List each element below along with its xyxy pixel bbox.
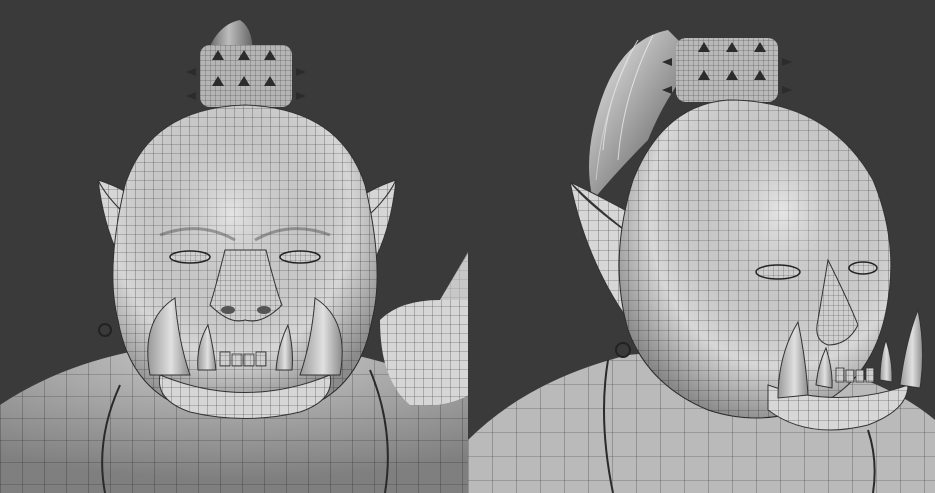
three-quarter-view-panel [468, 0, 935, 493]
right-eye [279, 250, 321, 264]
front-view-render [0, 20, 468, 493]
render-canvas [0, 0, 935, 493]
three-quarter-view-render [468, 30, 935, 493]
earring-left [98, 323, 112, 337]
front-view-panel [0, 0, 468, 493]
shoulder-spike-mesh [380, 253, 468, 406]
right-eye-3q [848, 261, 878, 275]
left-eye [169, 250, 211, 264]
tusk-right-small-3q [879, 338, 893, 383]
tusk-right-big-3q [899, 308, 924, 389]
earring-3q [615, 342, 631, 358]
left-eye-3q [755, 264, 801, 280]
